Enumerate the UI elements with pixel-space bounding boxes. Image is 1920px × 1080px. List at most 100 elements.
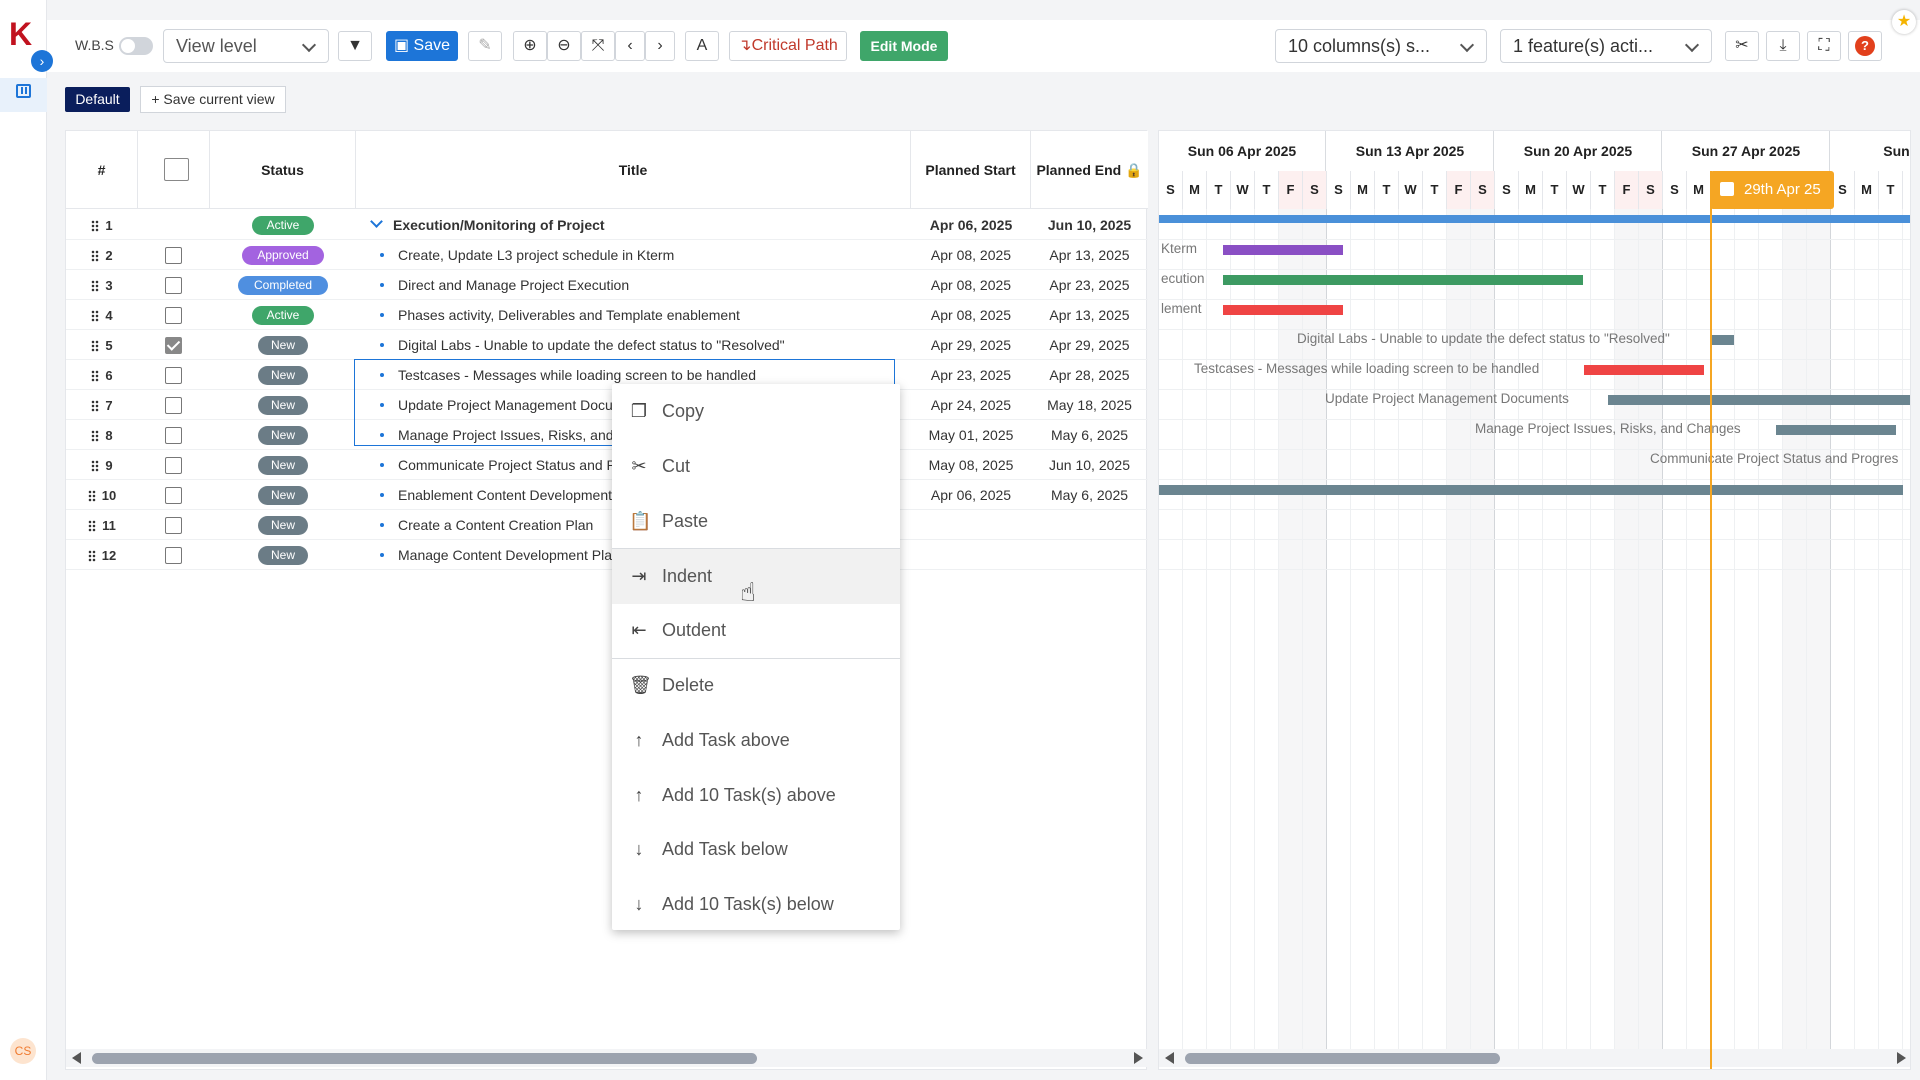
planned-end-cell[interactable]: Apr 29, 2025	[1031, 330, 1148, 360]
drag-handle-icon[interactable]	[88, 520, 97, 533]
table-row[interactable]: 11 New Create a Content Creation Plan	[66, 510, 1148, 540]
default-view-button[interactable]: Default	[65, 87, 130, 112]
collapse-chevron-icon[interactable]	[370, 215, 383, 228]
gantt-scroll-right-icon[interactable]	[1897, 1052, 1906, 1064]
critical-path-button[interactable]: ↴Critical Path	[729, 31, 847, 61]
drag-handle-icon[interactable]	[91, 370, 100, 383]
planned-end-cell[interactable]: Jun 10, 2025	[1031, 450, 1148, 480]
gantt-hscrollbar[interactable]	[1159, 1049, 1910, 1067]
columns-select[interactable]: 10 columns(s) s...	[1275, 29, 1487, 63]
planned-end-cell[interactable]: May 6, 2025	[1031, 420, 1148, 450]
font-button[interactable]: A	[685, 31, 719, 61]
fit-button[interactable]: ⤧	[581, 31, 615, 61]
planned-start-cell[interactable]	[911, 540, 1031, 570]
task-title-cell[interactable]: Execution/Monitoring of Project	[356, 210, 811, 240]
row-checkbox[interactable]	[165, 397, 182, 414]
table-row[interactable]: 1 Active Execution/Monitoring of Project Ap…	[66, 210, 1148, 240]
planned-end-cell[interactable]: May 18, 2025	[1031, 390, 1148, 420]
next-button[interactable]: ›	[645, 31, 675, 61]
row-checkbox[interactable]	[165, 337, 182, 354]
menu-item-add-task-above[interactable]: ↑ Add Task above	[612, 713, 900, 768]
table-row[interactable]: 4 Active Phases activity, Deliverables and…	[66, 300, 1148, 330]
gantt-bar[interactable]	[1710, 335, 1734, 345]
gantt-bar[interactable]	[1223, 275, 1583, 285]
avatar[interactable]: CS	[10, 1038, 36, 1064]
row-checkbox[interactable]	[165, 517, 182, 534]
status-badge[interactable]: New	[258, 486, 308, 505]
features-select[interactable]: 1 feature(s) acti...	[1500, 29, 1712, 63]
star-icon[interactable]: ★	[1892, 10, 1916, 34]
planned-end-cell[interactable]	[1031, 540, 1148, 570]
status-badge[interactable]: New	[258, 456, 308, 475]
planned-start-cell[interactable]: May 01, 2025	[911, 420, 1031, 450]
row-checkbox[interactable]	[165, 307, 182, 324]
expand-sidebar-button[interactable]: ›	[31, 50, 53, 72]
planned-end-cell[interactable]: Apr 28, 2025	[1031, 360, 1148, 390]
status-badge[interactable]: New	[258, 336, 308, 355]
fullscreen-button[interactable]: ⛶	[1807, 31, 1841, 61]
row-checkbox[interactable]	[165, 367, 182, 384]
row-checkbox[interactable]	[165, 457, 182, 474]
status-badge[interactable]: New	[258, 366, 308, 385]
status-badge[interactable]: New	[258, 516, 308, 535]
menu-item-add-10-task-s-above[interactable]: ↑ Add 10 Task(s) above	[612, 768, 900, 823]
planned-start-cell[interactable]: Apr 23, 2025	[911, 360, 1031, 390]
view-level-select[interactable]: View level	[163, 29, 329, 63]
drag-handle-icon[interactable]	[91, 400, 100, 413]
gantt-scroll-left-icon[interactable]	[1165, 1052, 1174, 1064]
planned-end-cell[interactable]: May 6, 2025	[1031, 480, 1148, 510]
gantt-bar[interactable]	[1223, 245, 1343, 255]
gantt-bar[interactable]	[1608, 395, 1910, 405]
planned-end-cell[interactable]	[1031, 510, 1148, 540]
grid-hscrollbar[interactable]	[66, 1049, 1148, 1067]
drag-handle-icon[interactable]	[91, 340, 100, 353]
scissors-button[interactable]: ✂	[1725, 31, 1759, 61]
gantt-bar[interactable]	[1584, 365, 1704, 375]
drag-handle-icon[interactable]	[87, 490, 96, 503]
prev-button[interactable]: ‹	[615, 31, 645, 61]
status-badge[interactable]: Completed	[238, 276, 328, 295]
table-row[interactable]: 12 New Manage Content Development Plan	[66, 540, 1148, 570]
zoom-out-button[interactable]: ⊖	[547, 31, 581, 61]
planned-start-cell[interactable]: Apr 08, 2025	[911, 240, 1031, 270]
task-title-cell[interactable]: Direct and Manage Project Execution	[356, 270, 811, 300]
status-badge[interactable]: New	[258, 396, 308, 415]
scroll-left-icon[interactable]	[72, 1052, 81, 1064]
gantt-bar[interactable]	[1776, 425, 1896, 435]
menu-item-delete[interactable]: 🗑 Delete	[612, 658, 900, 713]
drag-handle-icon[interactable]	[91, 220, 100, 233]
planned-end-cell[interactable]: Apr 13, 2025	[1031, 300, 1148, 330]
table-row[interactable]: 3 Completed Direct and Manage Project Exec…	[66, 270, 1148, 300]
menu-item-copy[interactable]: ❐ Copy	[612, 384, 900, 439]
planned-end-cell[interactable]: Apr 13, 2025	[1031, 240, 1148, 270]
planned-end-cell[interactable]: Jun 10, 2025	[1031, 210, 1148, 240]
gantt-bar[interactable]	[1223, 305, 1343, 315]
drag-handle-icon[interactable]	[91, 460, 100, 473]
edit-mode-button[interactable]: Edit Mode	[860, 31, 948, 61]
planned-start-cell[interactable]: Apr 24, 2025	[911, 390, 1031, 420]
drag-handle-icon[interactable]	[91, 250, 100, 263]
table-row[interactable]: 2 Approved Create, Update L3 project sched…	[66, 240, 1148, 270]
select-all-checkbox[interactable]	[164, 158, 189, 181]
table-row[interactable]: 5 New Digital Labs - Unable to update the …	[66, 330, 1148, 360]
gantt-scroll-thumb[interactable]	[1185, 1053, 1500, 1064]
planned-end-cell[interactable]: Apr 23, 2025	[1031, 270, 1148, 300]
menu-item-paste[interactable]: 📋 Paste	[612, 494, 900, 549]
task-title-cell[interactable]: Digital Labs - Unable to update the defe…	[356, 330, 811, 360]
row-checkbox[interactable]	[165, 427, 182, 444]
menu-item-indent[interactable]: ⇥ Indent	[612, 549, 900, 604]
status-badge[interactable]: Active	[252, 216, 314, 235]
table-row[interactable]: 9 New Communicate Project Status and Progr…	[66, 450, 1148, 480]
grid-scroll-thumb[interactable]	[92, 1053, 757, 1064]
planned-start-cell[interactable]: Apr 29, 2025	[911, 330, 1031, 360]
scroll-right-icon[interactable]	[1134, 1052, 1143, 1064]
task-title-cell[interactable]: Create, Update L3 project schedule in Kt…	[356, 240, 811, 270]
menu-item-outdent[interactable]: ⇤ Outdent	[612, 603, 900, 658]
table-row[interactable]: 8 New Manage Project Issues, Risks, and Ch…	[66, 420, 1148, 450]
status-badge[interactable]: Approved	[242, 246, 324, 265]
drag-handle-icon[interactable]	[87, 550, 96, 563]
help-button[interactable]: ?	[1848, 31, 1882, 61]
download-button[interactable]: ⤓	[1766, 31, 1800, 61]
status-badge[interactable]: New	[258, 546, 308, 565]
drag-handle-icon[interactable]	[91, 430, 100, 443]
